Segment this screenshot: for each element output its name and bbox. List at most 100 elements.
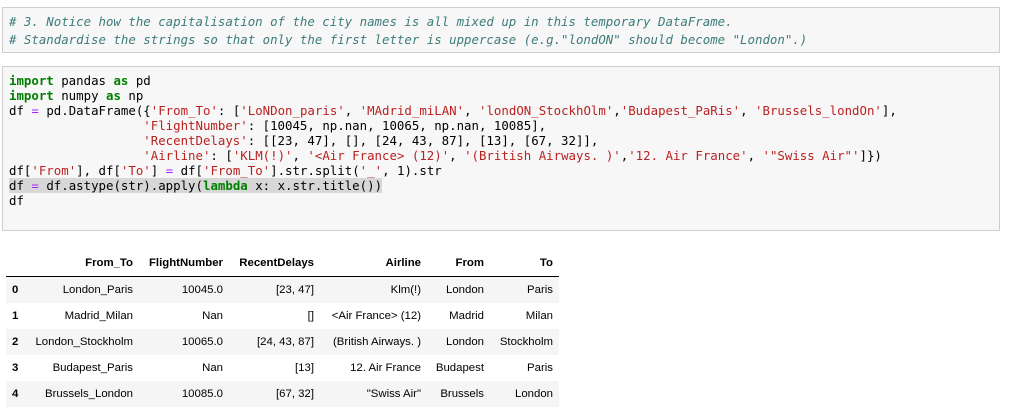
string-literal: '"Swiss Air"' — [762, 148, 860, 163]
cell-flight-number: Nan — [202, 362, 223, 374]
cell-from: Budapest — [435, 362, 484, 374]
cell-to: London — [514, 388, 553, 400]
string-literal: 'To' — [120, 163, 151, 178]
comment-line-1: # 3. Notice how the capitalisation of th… — [9, 14, 733, 29]
string-literal: '12. Air France' — [628, 148, 748, 163]
string-literal: 'From_To' — [203, 163, 271, 178]
column-header-airline: Airline — [385, 257, 421, 269]
cell-to: Paris — [527, 284, 553, 296]
cell-flight-number: 10085.0 — [181, 388, 223, 400]
dataframe-output: From_To FlightNumber RecentDelays Airlin… — [6, 250, 559, 407]
column-header-recent-delays: RecentDelays — [239, 257, 314, 269]
table-row: 1 Madrid_Milan Nan [] <Air France> (12) … — [6, 303, 559, 329]
code-line-9: df — [9, 193, 24, 208]
string-literal: 'KLM(!)' — [232, 148, 293, 163]
code-text: pd.DataFrame({ — [38, 103, 151, 118]
keyword: as — [105, 88, 121, 103]
string-literal: '(British Airways. )' — [464, 148, 621, 163]
comment-line-2: # Standardise the strings so that only t… — [9, 32, 808, 47]
code-line-2: import numpy as np — [9, 88, 143, 103]
code-text: ], df[ — [76, 163, 121, 178]
string-literal: 'From' — [31, 163, 77, 178]
column-header-from-to: From_To — [85, 257, 133, 269]
code-text: , — [747, 148, 763, 163]
string-literal: '<Air France> (12)' — [307, 148, 450, 163]
column-header-to: To — [539, 257, 553, 269]
code-text: , — [344, 103, 360, 118]
cell-recent-delays: [] — [307, 310, 314, 322]
code-text: ] — [150, 163, 166, 178]
code-line-4: 'FlightNumber': [10045, np.nan, 10065, n… — [9, 118, 546, 133]
string-literal: 'FlightNumber' — [143, 118, 248, 133]
string-literal: 'Brussels_londOn' — [755, 103, 882, 118]
column-header-from: From — [455, 257, 484, 269]
operator: = — [31, 103, 39, 118]
string-literal: 'From_To' — [150, 103, 218, 118]
cell-from-to: Budapest_Paris — [52, 362, 133, 374]
cell-from: Madrid — [449, 310, 484, 322]
cell-flight-number: 10045.0 — [181, 284, 223, 296]
cell-airline: <Air France> (12) — [331, 310, 421, 322]
keyword: import — [9, 88, 54, 103]
cell-from-to: London_Paris — [62, 284, 133, 296]
table-row: 2 London_Stockholm 10065.0 [24, 43, 87] … — [6, 329, 559, 355]
cell-from-to: Brussels_London — [44, 388, 133, 400]
code-line-5: 'RecentDelays': [[23, 47], [], [24, 43, … — [9, 133, 598, 148]
code-text: ], — [881, 103, 897, 118]
cell-flight-number: 10065.0 — [181, 336, 223, 348]
code-text: : [[23, 47], [], [24, 43, 87], [13], [67… — [247, 133, 599, 148]
code-text: ].str.split( — [270, 163, 360, 178]
code-text: , 1).str — [382, 163, 442, 178]
code-text: , — [613, 103, 621, 118]
keyword: lambda — [202, 178, 248, 193]
cell-to: Milan — [525, 310, 553, 322]
cell-flight-number: Nan — [202, 310, 223, 322]
code-line-1: import pandas as pd — [9, 73, 151, 88]
cell-airline: Klm(!) — [390, 284, 421, 296]
code-text: , — [464, 103, 480, 118]
code-cell-editor[interactable]: import pandas as pd import numpy as np d… — [2, 66, 1000, 231]
code-text: np — [120, 88, 144, 103]
code-text: : [ — [210, 148, 233, 163]
string-literal: 'MAdrid_miLAN' — [359, 103, 465, 118]
code-line-6: 'Airline': ['KLM(!)', '<Air France> (12)… — [9, 148, 882, 163]
code-text: df.astype(str).apply( — [38, 178, 203, 193]
code-text: : [10045, np.nan, 10065, np.nan, 10085], — [247, 118, 547, 133]
cell-from: London — [445, 336, 484, 348]
cell-from: London — [445, 284, 484, 296]
table-row: 4 Brussels_London 10085.0 [67, 32] "Swis… — [6, 381, 559, 407]
cell-from-to: Madrid_Milan — [64, 310, 133, 322]
string-literal: 'londON_StockhOlm' — [479, 103, 614, 118]
string-literal: 'Budapest_PaRis' — [620, 103, 741, 118]
cell-airline: "Swiss Air" — [366, 388, 421, 400]
keyword: as — [113, 73, 129, 88]
code-text: pandas — [53, 73, 114, 88]
code-text: : [ — [217, 103, 241, 118]
code-text: , — [449, 148, 465, 163]
cell-recent-delays: [23, 47] — [276, 284, 314, 296]
code-text: df[ — [173, 163, 203, 178]
cell-from: Brussels — [440, 388, 484, 400]
code-text: df — [9, 178, 32, 193]
code-text: df — [9, 103, 32, 118]
code-text: df[ — [9, 163, 32, 178]
keyword: import — [9, 73, 54, 88]
string-literal: '_' — [359, 163, 383, 178]
code-line-8: df = df.astype(str).apply(lambda x: x.st… — [9, 178, 383, 193]
string-literal: 'RecentDelays' — [143, 133, 248, 148]
cell-airline: 12. Air France — [350, 362, 421, 374]
code-line-7: df['From'], df['To'] = df['From_To'].str… — [9, 163, 442, 178]
cell-recent-delays: [67, 32] — [276, 388, 314, 400]
code-text: , — [292, 148, 308, 163]
string-literal: 'Airline' — [143, 148, 211, 163]
table-row: 0 London_Paris 10045.0 [23, 47] Klm(!) L… — [6, 277, 559, 303]
column-header-flight-number: FlightNumber — [148, 257, 223, 269]
operator: = — [31, 178, 39, 193]
comment-code-cell[interactable]: # 3. Notice how the capitalisation of th… — [2, 7, 1000, 53]
table-row: 3 Budapest_Paris Nan [13] 12. Air France… — [6, 355, 559, 381]
code-line-3: df = pd.DataFrame({'From_To': ['LoNDon_p… — [9, 103, 897, 118]
code-text: , — [740, 103, 756, 118]
